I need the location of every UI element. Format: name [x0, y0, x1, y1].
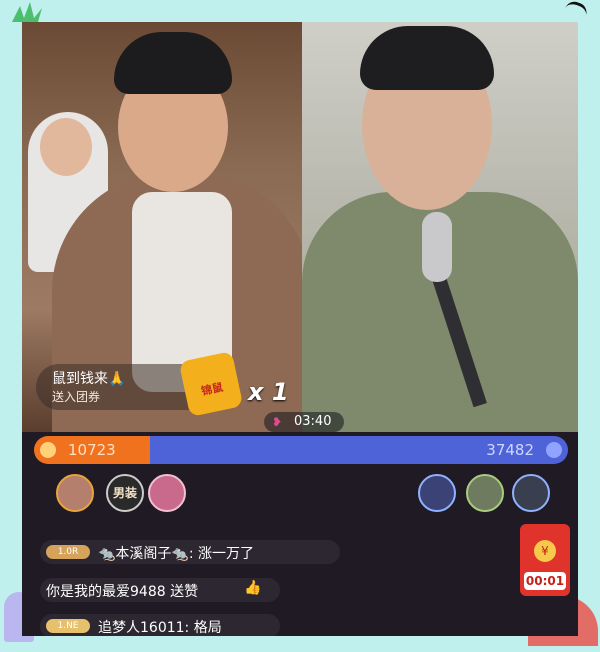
gift-promo-subtitle: 送入团券 [52, 390, 101, 404]
heart-arc-icon: ❥ [272, 415, 283, 429]
chat-comment[interactable]: 1.0R 🐀本溪阁子🐀: 涨一万了 [40, 540, 340, 564]
score-left-value: 10723 [68, 441, 116, 459]
score-right-value: 37482 [486, 441, 534, 459]
viewer-avatar[interactable] [148, 474, 186, 512]
streamer-right-hair [360, 26, 494, 90]
microphone-icon [422, 212, 452, 282]
streamer-left-cap [114, 32, 232, 94]
chat-comment[interactable]: 1.NE 追梦人16011: 格局 [40, 614, 280, 636]
pk-timer-text: 03:40 [294, 414, 332, 429]
red-packet-countdown: 00:01 [524, 572, 566, 590]
streamer-right-video[interactable] [302, 22, 578, 432]
user-level-badge: 1.NE [46, 619, 90, 633]
leaf-icon [12, 2, 42, 22]
red-packet-button[interactable]: ¥ 00:01 [520, 524, 570, 596]
viewer-avatar-badge[interactable]: 男装 [106, 474, 144, 512]
pk-score-bar: 10723 37482 [34, 436, 568, 464]
gift-multiplier: x 1 [248, 378, 289, 406]
chat-comment-text: 追梦人16011: 格局 [98, 620, 222, 636]
gift-promo-title: 鼠到钱来🙏 [52, 371, 126, 387]
viewer-avatar[interactable] [512, 474, 550, 512]
viewer-avatar[interactable] [418, 474, 456, 512]
chat-comment[interactable]: 你是我的最爱9488 送赞 👍 [40, 578, 280, 602]
pk-timer: ❥ 03:40 [264, 412, 344, 432]
thumb-icon: 👍 [244, 580, 262, 596]
background-person-head [40, 118, 92, 176]
viewer-avatar[interactable] [466, 474, 504, 512]
gift-box-icon: 锦鼠 [178, 350, 244, 418]
user-level-badge: 1.0R [46, 545, 90, 559]
live-stream-frame: 鼠到钱来🙏 送入团券 锦鼠 x 1 ❥ 03:40 10723 37482 男装… [22, 22, 578, 636]
chat-comment-text: 你是我的最爱9488 送赞 [46, 584, 199, 600]
chat-comment-text: 🐀本溪阁子🐀: 涨一万了 [98, 546, 255, 562]
right-team-icon [546, 442, 562, 458]
viewer-avatar[interactable] [56, 474, 94, 512]
coin-icon: ¥ [534, 540, 556, 562]
gift-promo-banner[interactable]: 鼠到钱来🙏 送入团券 锦鼠 [36, 350, 244, 418]
left-team-icon [40, 442, 56, 458]
